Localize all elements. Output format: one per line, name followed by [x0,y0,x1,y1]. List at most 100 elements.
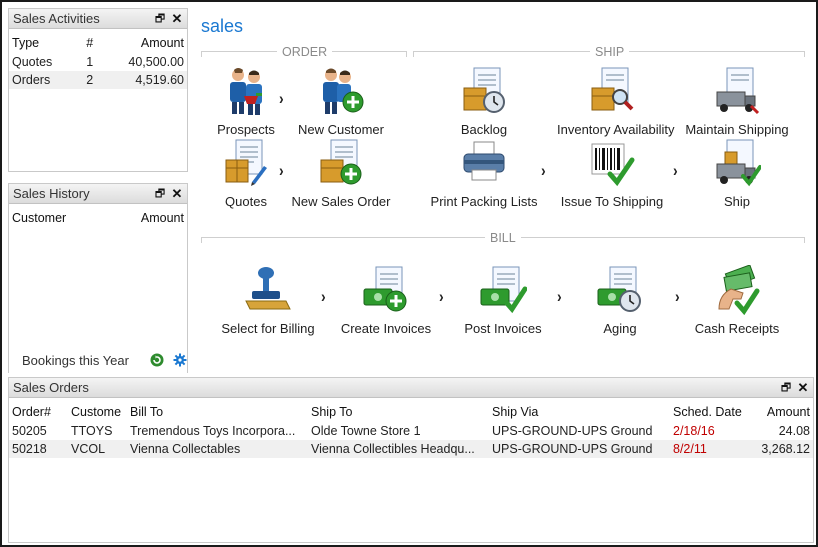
table-header: Order# Custome Bill To Ship To Ship Via … [9,402,813,422]
column-header-customer[interactable]: Customer [9,208,107,228]
panel-title: Sales Orders [13,380,89,395]
ship-action[interactable]: Ship [682,138,792,209]
cell-ship-to: Vienna Collectibles Headqu... [308,440,489,458]
column-header-amount[interactable]: Amount [755,402,813,422]
prospects-action[interactable]: Prospects [191,66,301,137]
quote-icon [225,139,267,186]
action-label: Maintain Shipping [685,122,789,137]
backlog-action[interactable]: Backlog [429,66,539,137]
action-label: Quotes [225,194,267,209]
close-icon[interactable]: ✕ [170,186,184,201]
maintain-shipping-action[interactable]: Maintain Shipping [682,66,792,137]
cell-order: 50205 [12,424,47,438]
column-header-amount[interactable]: Amount [107,208,187,228]
cash-hand-icon [718,265,760,315]
column-header-bill-to[interactable]: Bill To [127,402,308,422]
inventory-availability-action[interactable]: Inventory Availability [557,66,675,137]
action-label: New Customer [298,122,384,137]
section-label-order: ORDER [277,45,333,59]
backlog-clock-icon [463,67,505,113]
action-label: New Sales Order [291,194,391,209]
cell-count: 1 [86,55,94,69]
table-header: Type # Amount [9,33,187,53]
cell-customer: VCOL [68,440,127,458]
cash-receipts-action[interactable]: Cash Receipts [682,265,792,336]
close-icon[interactable]: ✕ [796,380,810,395]
action-label: Print Packing Lists [430,194,538,209]
new-sales-order-action[interactable]: New Sales Order [286,138,396,209]
bookings-label: Bookings this Year [22,353,129,368]
panel-title: Sales History [13,186,90,201]
action-label: Inventory Availability [557,122,675,137]
action-label: Issue To Shipping [560,194,664,209]
sales-history-titlebar: Sales History 🗗 ✕ [9,184,187,204]
post-invoices-action[interactable]: Post Invoices [448,265,558,336]
refresh-icon[interactable] [150,353,164,367]
column-header-customer[interactable]: Custome [68,402,127,422]
sales-activities-panel: Sales Activities 🗗 ✕ Type # Amount Quote… [8,8,188,172]
cell-amount: 4,519.60 [96,71,187,89]
stamp-icon [245,267,291,310]
cell-amount: 24.08 [778,424,810,438]
column-header-amount[interactable]: Amount [96,33,187,53]
column-header-type[interactable]: Type [9,33,77,53]
create-invoice-icon [363,266,407,312]
action-label: Select for Billing [221,321,315,336]
sales-activities-table: Type # Amount Quotes 1 40,500.00 Orders … [9,33,187,89]
barcode-check-icon [591,143,635,187]
column-header-ship-to[interactable]: Ship To [308,402,489,422]
action-label: Prospects [217,122,275,137]
table-header: Customer Amount [9,208,187,228]
action-label: Ship [723,194,751,209]
table-row[interactable]: Orders 2 4,519.60 [9,71,187,89]
cell-count: 2 [77,71,97,89]
restore-icon[interactable]: 🗗 [779,381,793,395]
column-header-count[interactable]: # [77,33,96,53]
cell-ship-via: UPS-GROUND-UPS Ground [489,440,670,458]
print-packing-lists-action[interactable]: Print Packing Lists [429,138,539,209]
restore-icon[interactable]: 🗗 [153,12,167,26]
app-window: Sales Activities 🗗 ✕ Type # Amount Quote… [0,0,818,547]
aging-clock-icon [597,266,641,312]
sales-orders-titlebar: Sales Orders 🗗 ✕ [9,378,813,398]
cell-amount: 40,500.00 [128,55,184,69]
aging-action[interactable]: Aging [565,265,675,336]
cell-type: Orders [9,71,78,89]
table-row[interactable]: Quotes 1 40,500.00 [9,53,187,71]
inventory-search-icon [591,67,634,111]
printer-icon [463,141,505,181]
issue-to-shipping-action[interactable]: Issue To Shipping [557,138,667,209]
chevron-right-icon: › [557,286,562,306]
table-row[interactable]: 50205 TTOYS Tremendous Toys Incorpora...… [9,422,813,440]
cell-amount: 3,268.12 [755,440,813,458]
close-icon[interactable]: ✕ [170,11,184,26]
cell-type: Quotes [12,55,53,69]
quotes-action[interactable]: Quotes [191,138,301,209]
sales-orders-table: Order# Custome Bill To Ship To Ship Via … [9,402,813,458]
bill-section-header: BILL [201,231,805,245]
new-customer-action[interactable]: New Customer [286,66,396,137]
table-row[interactable]: 50218 VCOL Vienna Collectables Vienna Co… [9,440,813,458]
column-header-ship-via[interactable]: Ship Via [489,402,670,422]
sales-activities-titlebar: Sales Activities 🗗 ✕ [9,9,187,29]
create-invoices-action[interactable]: Create Invoices [331,265,441,336]
cell-bill-to: Vienna Collectables [127,440,308,458]
column-header-sched-date[interactable]: Sched. Date [670,402,755,422]
chevron-right-icon: › [673,160,678,180]
sales-history-table: Customer Amount [9,208,187,228]
action-label: Backlog [460,122,508,137]
select-for-billing-action[interactable]: Select for Billing [213,265,323,336]
restore-icon[interactable]: 🗗 [153,187,167,201]
action-label: Aging [603,321,637,336]
cell-sched-date: 2/18/16 [673,424,715,438]
order-section-header: ORDER [201,45,407,59]
cell-ship-to: Olde Towne Store 1 [311,424,421,438]
gear-icon[interactable] [173,353,187,367]
sales-history-panel: Sales History 🗗 ✕ Customer Amount [8,183,188,373]
section-label-bill: BILL [485,231,521,245]
panel-title: Sales Activities [13,11,100,26]
chevron-right-icon: › [279,160,284,180]
cell-customer: TTOYS [71,424,113,438]
column-header-order[interactable]: Order# [9,402,68,422]
action-label: Cash Receipts [694,321,780,336]
